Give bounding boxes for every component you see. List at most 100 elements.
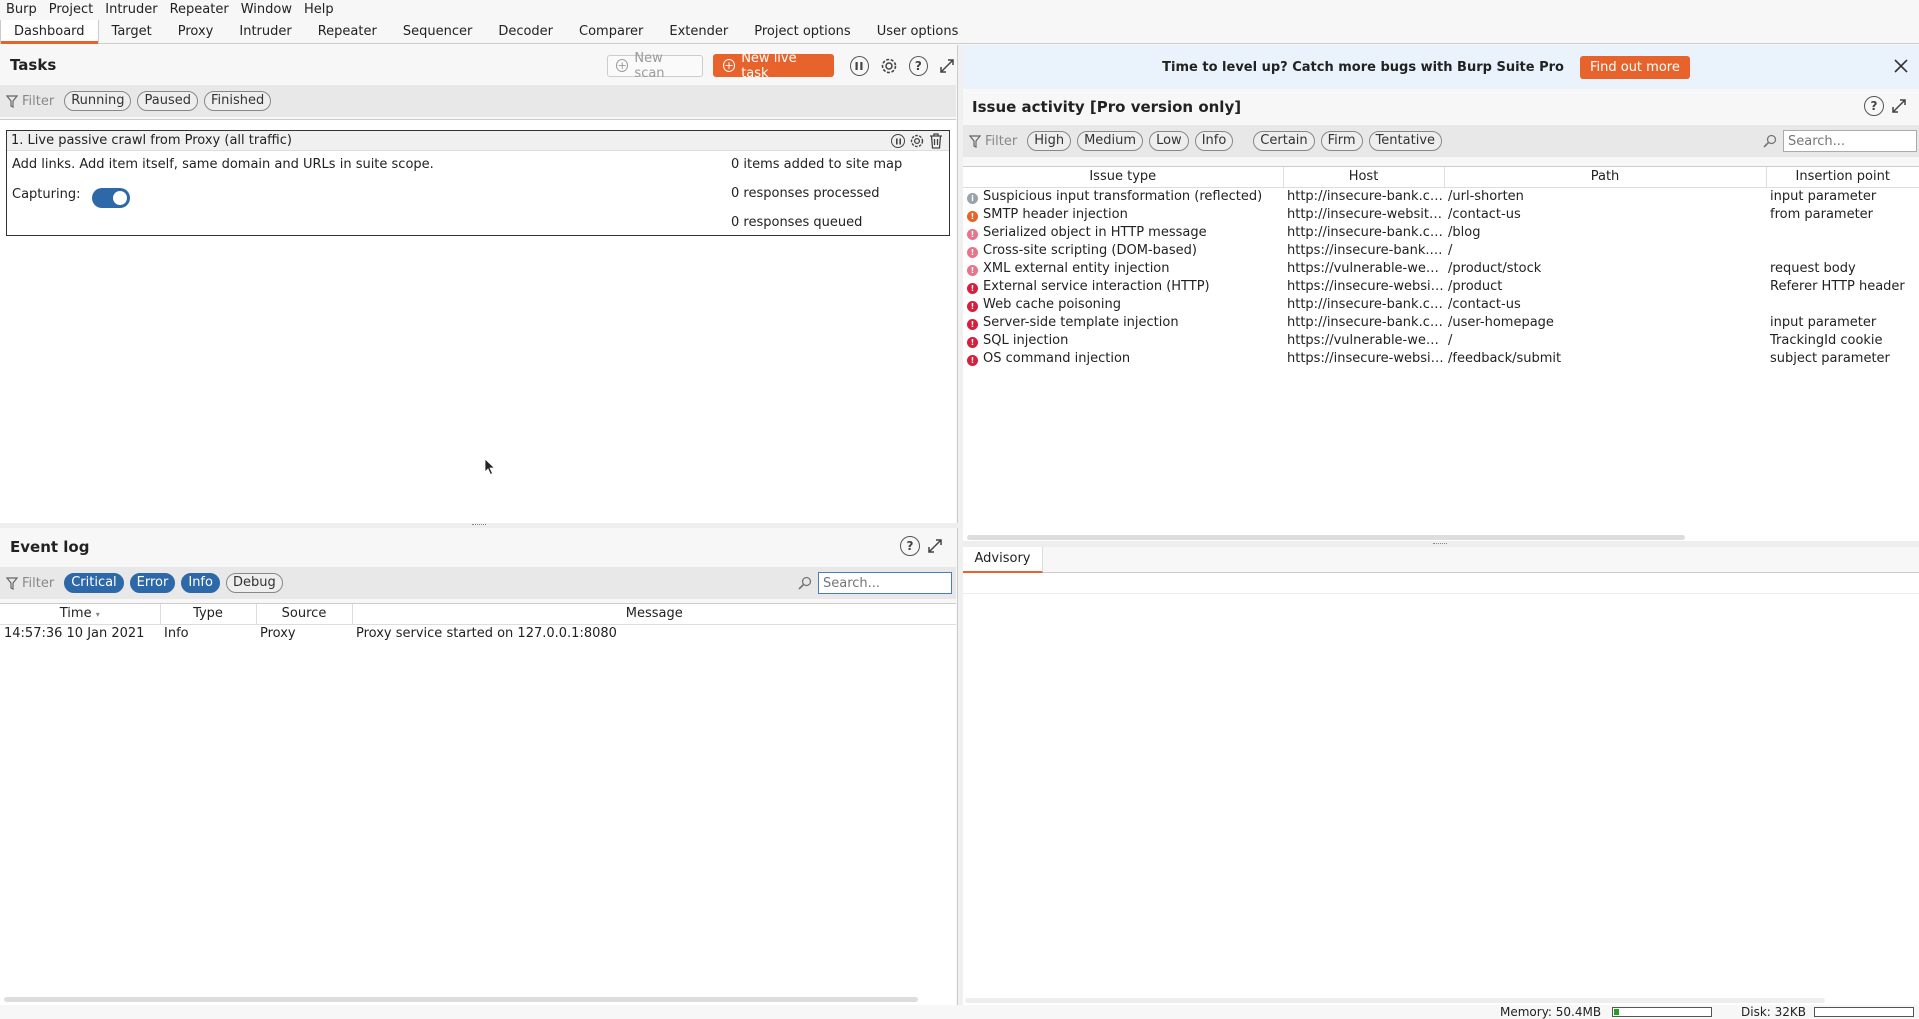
issue-insertion-point: input parameter: [1770, 188, 1877, 204]
menu-project[interactable]: Project: [43, 0, 99, 20]
horizontal-scrollbar[interactable]: [965, 998, 1825, 1003]
help-icon[interactable]: ?: [908, 55, 928, 76]
severity-high-icon: !: [967, 354, 978, 366]
task-gear-icon[interactable]: [909, 133, 925, 153]
tab-user-options[interactable]: User options: [864, 20, 972, 43]
menu-repeater[interactable]: Repeater: [164, 0, 235, 20]
tab-comparer[interactable]: Comparer: [566, 20, 656, 43]
expand-icon[interactable]: [1891, 98, 1907, 118]
severity-high-light-icon: !: [967, 264, 978, 276]
tab-dashboard[interactable]: Dashboard: [0, 20, 99, 44]
tab-repeater[interactable]: Repeater: [305, 20, 390, 43]
search-icon: [798, 576, 812, 590]
pause-all-icon[interactable]: [849, 55, 869, 76]
menu-window[interactable]: Window: [235, 0, 298, 20]
filter-medium[interactable]: Medium: [1077, 131, 1144, 151]
col-host[interactable]: Host: [1283, 167, 1445, 187]
issue-insertion-point: Referer HTTP header: [1770, 278, 1905, 294]
filter-label[interactable]: Filter: [6, 94, 54, 109]
col-message[interactable]: Message: [352, 604, 956, 624]
filter-low[interactable]: Low: [1149, 131, 1189, 151]
issue-host: https://insecure-bank.com: [1287, 242, 1444, 258]
filter-label[interactable]: Filter: [6, 576, 54, 591]
memory-label: Memory: 50.4MB: [1500, 1005, 1602, 1019]
status-bar: Memory: 50.4MB Disk: 32KB: [0, 1005, 1919, 1019]
col-issue-type[interactable]: Issue type: [963, 167, 1284, 187]
menu-intruder[interactable]: Intruder: [99, 0, 163, 20]
tab-extender[interactable]: Extender: [656, 20, 741, 43]
filter-high[interactable]: High: [1027, 131, 1072, 151]
col-path[interactable]: Path: [1444, 167, 1767, 187]
expand-icon[interactable]: [938, 56, 957, 76]
new-live-task-button[interactable]: + New live task: [712, 51, 834, 81]
table-row[interactable]: ! Web cache poisoning http://insecure-bank…: [963, 295, 1919, 313]
find-out-more-button[interactable]: Find out more: [1579, 55, 1690, 79]
issue-type: Cross-site scripting (DOM-based): [983, 242, 1197, 258]
issue-search-input[interactable]: [1783, 130, 1917, 152]
menu-help[interactable]: Help: [298, 0, 340, 20]
filter-tentative[interactable]: Tentative: [1368, 131, 1443, 151]
filter-info[interactable]: Info: [181, 573, 220, 593]
table-row[interactable]: ! Server-side template injection http://in…: [963, 313, 1919, 331]
col-type[interactable]: Type: [160, 604, 257, 624]
issue-host: http://insecure-bank.com: [1287, 296, 1444, 312]
table-row[interactable]: i Suspicious input transformation (reflec…: [963, 187, 1919, 205]
capturing-toggle[interactable]: [92, 188, 130, 208]
table-row[interactable]: ! SQL injection https://vulnerable-websi..…: [963, 331, 1919, 349]
table-row[interactable]: ! External service interaction (HTTP) http…: [963, 277, 1919, 295]
filter-debug[interactable]: Debug: [225, 573, 283, 593]
table-row[interactable]: 14:57:36 10 Jan 2021 Info Proxy Proxy se…: [0, 624, 956, 642]
tab-decoder[interactable]: Decoder: [485, 20, 566, 43]
col-insertion-point[interactable]: Insertion point: [1766, 167, 1919, 187]
tab-proxy[interactable]: Proxy: [165, 20, 227, 43]
sort-desc-icon: ▾: [95, 610, 100, 620]
new-scan-button[interactable]: + New scan: [607, 51, 703, 81]
task-pause-icon[interactable]: [891, 134, 905, 148]
task-title: 1. Live passive crawl from Proxy (all tr…: [11, 133, 292, 148]
issue-host: http://insecure-bank.com: [1287, 314, 1444, 330]
filter-running[interactable]: Running: [64, 91, 132, 111]
severity-medium-icon: !: [967, 210, 978, 222]
tab-sequencer[interactable]: Sequencer: [390, 20, 485, 43]
filter-error[interactable]: Error: [129, 573, 176, 593]
help-icon[interactable]: ?: [900, 536, 920, 556]
vertical-splitter[interactable]: [958, 45, 963, 1005]
menu-burp[interactable]: Burp: [0, 0, 43, 20]
table-row[interactable]: ! XML external entity injection https://vu…: [963, 259, 1919, 277]
horizontal-scrollbar[interactable]: [967, 535, 1685, 540]
issue-host: https://insecure-website...: [1287, 350, 1444, 366]
issue-activity-title: Issue activity [Pro version only]: [972, 98, 1242, 116]
event-log-title: Event log: [10, 538, 90, 556]
filter-certain[interactable]: Certain: [1253, 131, 1315, 151]
table-row[interactable]: ! OS command injection https://insecure-we…: [963, 349, 1919, 367]
mouse-cursor-icon: [484, 458, 496, 476]
issue-type: XML external entity injection: [983, 260, 1170, 276]
table-row[interactable]: ! SMTP header injection http://insecure-we…: [963, 205, 1919, 223]
filter-info[interactable]: Info: [1194, 131, 1234, 151]
filter-paused[interactable]: Paused: [137, 91, 198, 111]
table-row[interactable]: ! Cross-site scripting (DOM-based) https:/…: [963, 241, 1919, 259]
filter-label[interactable]: Filter: [969, 134, 1017, 149]
event-log-search-input[interactable]: [818, 572, 952, 594]
severity-high-icon: !: [967, 282, 978, 294]
close-icon[interactable]: [1893, 58, 1909, 78]
help-icon[interactable]: ?: [1864, 96, 1884, 116]
gear-icon[interactable]: [879, 56, 899, 76]
tab-intruder[interactable]: Intruder: [226, 20, 304, 43]
task-list: 1. Live passive crawl from Proxy (all tr…: [0, 119, 956, 523]
col-source[interactable]: Source: [256, 604, 353, 624]
tab-advisory[interactable]: Advisory: [963, 547, 1043, 573]
filter-firm[interactable]: Firm: [1320, 131, 1363, 151]
col-time[interactable]: Time ▾: [0, 604, 161, 624]
tab-project-options[interactable]: Project options: [741, 20, 864, 43]
expand-icon[interactable]: [927, 538, 943, 558]
table-row[interactable]: ! Serialized object in HTTP message http:/…: [963, 223, 1919, 241]
filter-finished[interactable]: Finished: [203, 91, 272, 111]
tab-target[interactable]: Target: [99, 20, 165, 43]
issue-table: Issue type Host Path Insertion point i Su…: [963, 166, 1919, 541]
horizontal-scrollbar[interactable]: [4, 997, 918, 1002]
filter-critical[interactable]: Critical: [64, 573, 124, 593]
task-card[interactable]: 1. Live passive crawl from Proxy (all tr…: [6, 130, 950, 236]
event-log-filter-bar: Filter Critical Error Info Debug: [0, 567, 956, 599]
task-delete-icon[interactable]: [929, 133, 943, 153]
